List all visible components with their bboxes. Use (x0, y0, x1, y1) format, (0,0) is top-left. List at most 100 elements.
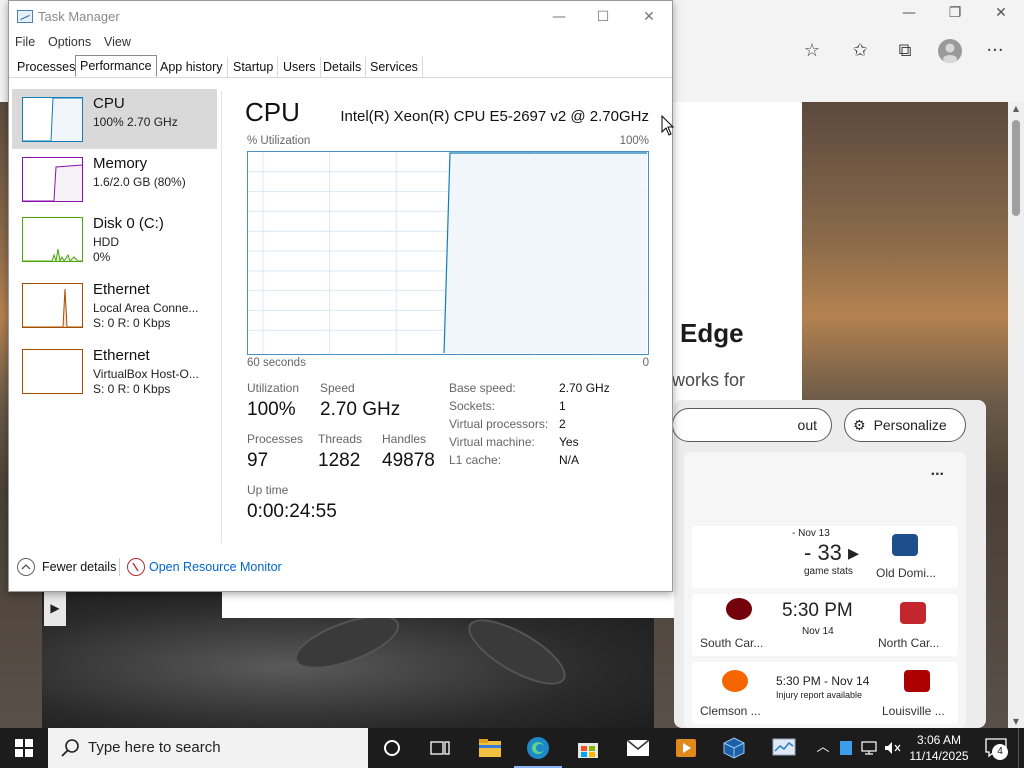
task-view-icon[interactable] (416, 728, 464, 768)
task-manager-titlebar[interactable]: Task Manager — ☐ ✕ (9, 1, 672, 32)
cortana-icon[interactable] (368, 728, 416, 768)
edge-restore-button[interactable]: ❐ (932, 2, 978, 24)
menu-view[interactable]: View (104, 35, 131, 49)
window-title: Task Manager (38, 9, 120, 24)
graph-axis-left: 60 seconds (247, 357, 306, 369)
ethernet-thumbnail-graph (22, 349, 83, 394)
edge-welcome-heading: Edge (680, 318, 744, 348)
cpu-utilization-graph (247, 151, 649, 355)
cpu-title: CPU (245, 97, 300, 127)
show-desktop-button[interactable] (1018, 728, 1024, 768)
edge-minimize-button[interactable]: — (886, 2, 932, 24)
uptime-value: 0:00:24:55 (247, 501, 337, 522)
speed-label: Speed (320, 381, 355, 395)
score-row[interactable]: Clemson ... 5:30 PM - Nov 14 Injury repo… (692, 662, 958, 724)
louisville-logo (904, 670, 930, 692)
edge-welcome-subtext: works for (672, 370, 746, 390)
task-manager-taskbar-icon[interactable] (760, 728, 808, 768)
spec-value: 1 (559, 399, 566, 413)
settings-icon: ⚙ (853, 418, 866, 434)
menu-file[interactable]: File (15, 35, 35, 49)
score-row[interactable]: - Nov 13 - 33 ▸ game stats Old Domi... (692, 526, 958, 588)
resource-detail: S: 0 R: 0 Kbps (93, 316, 171, 330)
minimize-button[interactable]: — (536, 4, 582, 30)
tab-details[interactable]: Details (319, 57, 367, 77)
notifications-icon[interactable]: 4 (976, 728, 1016, 768)
volume-muted-icon[interactable] (882, 728, 904, 768)
resource-name: Memory (93, 155, 148, 172)
tab-startup[interactable]: Startup (229, 57, 279, 77)
resource-name: Disk 0 (C:) (93, 215, 164, 232)
graph-label-utilization: % Utilization (247, 135, 311, 147)
game-time: 5:30 PM - Nov 14 (776, 674, 870, 688)
tab-app-history[interactable]: App history (156, 57, 228, 77)
menu-options[interactable]: Options (48, 35, 91, 49)
resource-item-ethernet-lan[interactable]: Ethernet Local Area Conne... S: 0 R: 0 K… (12, 275, 217, 335)
clock-time: 3:06 AM (916, 733, 962, 747)
game-date: - Nov 13 (792, 528, 830, 539)
tray-app-icon[interactable] (836, 728, 856, 768)
tab-performance[interactable]: Performance (75, 55, 157, 77)
personalize-button[interactable]: ⚙ Personalize (844, 408, 966, 442)
sign-out-button[interactable]: out (672, 408, 832, 442)
network-icon[interactable] (858, 728, 880, 768)
spec-label: Virtual machine: (449, 435, 535, 449)
media-player-icon[interactable] (662, 728, 710, 768)
threads-value: 1282 (318, 450, 361, 471)
edge-icon[interactable] (514, 728, 562, 768)
carousel-next-icon[interactable]: ▶ (44, 590, 66, 626)
star-outline-icon[interactable]: ☆ (797, 36, 827, 66)
taskbar-search-box[interactable]: Type here to search (48, 728, 368, 768)
profile-icon[interactable] (935, 36, 965, 66)
favorites-icon[interactable]: ✩ (845, 36, 875, 66)
game-stats-link[interactable]: game stats (804, 566, 853, 577)
disk-thumbnail-graph (22, 217, 83, 262)
fewer-details-link[interactable]: Fewer details (42, 560, 116, 574)
task-manager-app-icon (17, 10, 33, 23)
collections-icon[interactable]: ⧉ (890, 36, 920, 66)
mail-icon[interactable] (614, 728, 662, 768)
search-placeholder: Type here to search (88, 739, 221, 756)
resource-list: CPU 100% 2.70 GHz Memory 1.6/2.0 GB (80%… (9, 79, 221, 539)
tab-users[interactable]: Users (279, 57, 321, 77)
start-button[interactable] (0, 728, 48, 768)
score-row[interactable]: South Car... 5:30 PM Nov 14 North Car... (692, 594, 958, 656)
more-icon[interactable]: ··· (980, 36, 1010, 66)
maximize-button[interactable]: ☐ (580, 4, 626, 30)
virtualbox-icon[interactable] (710, 728, 758, 768)
menu-bar: File Options View (9, 32, 672, 53)
injury-report: Injury report available (776, 690, 863, 700)
clock-date: 11/14/2025 (909, 749, 969, 763)
tab-services[interactable]: Services (366, 57, 423, 77)
resource-item-memory[interactable]: Memory 1.6/2.0 GB (80%) (12, 149, 217, 209)
tab-processes[interactable]: Processes (13, 57, 81, 77)
more-options-icon[interactable]: ... (931, 462, 944, 480)
scroll-up-icon[interactable]: ▲ (1008, 104, 1024, 113)
search-icon (61, 739, 79, 757)
chevron-up-icon[interactable] (17, 558, 35, 576)
team-name: South Car... (700, 636, 764, 650)
taskbar-clock[interactable]: 3:06 AM 11/14/2025 (906, 732, 972, 764)
edge-scrollbar[interactable]: ▲ ▼ (1008, 102, 1024, 728)
scroll-thumb[interactable] (1012, 120, 1020, 216)
open-resource-monitor-link[interactable]: Open Resource Monitor (149, 560, 282, 574)
file-explorer-icon[interactable] (466, 728, 514, 768)
sports-card: ... - Nov 13 - 33 ▸ game stats Old Domi.… (684, 452, 966, 728)
edge-close-button[interactable]: ✕ (978, 2, 1024, 24)
uptime-label: Up time (247, 483, 289, 497)
team-name: North Car... (878, 636, 940, 650)
resource-name: CPU (93, 95, 125, 112)
show-hidden-icons-chevron-icon[interactable]: ︿ (812, 728, 834, 768)
spec-label: Sockets: (449, 399, 496, 413)
task-manager-window: Task Manager — ☐ ✕ File Options View Pro… (8, 0, 673, 592)
resource-item-ethernet-virtualbox[interactable]: Ethernet VirtualBox Host-O... S: 0 R: 0 … (12, 341, 217, 401)
resource-name: Ethernet (93, 347, 150, 364)
scroll-down-icon[interactable]: ▼ (1008, 717, 1024, 726)
resource-item-disk[interactable]: Disk 0 (C:) HDD 0% (12, 209, 217, 269)
handles-label: Handles (382, 432, 427, 446)
store-icon[interactable] (564, 728, 612, 768)
spec-value: N/A (559, 453, 580, 467)
pane-divider[interactable] (221, 91, 222, 543)
resource-item-cpu[interactable]: CPU 100% 2.70 GHz (12, 89, 217, 149)
close-button[interactable]: ✕ (626, 4, 672, 30)
